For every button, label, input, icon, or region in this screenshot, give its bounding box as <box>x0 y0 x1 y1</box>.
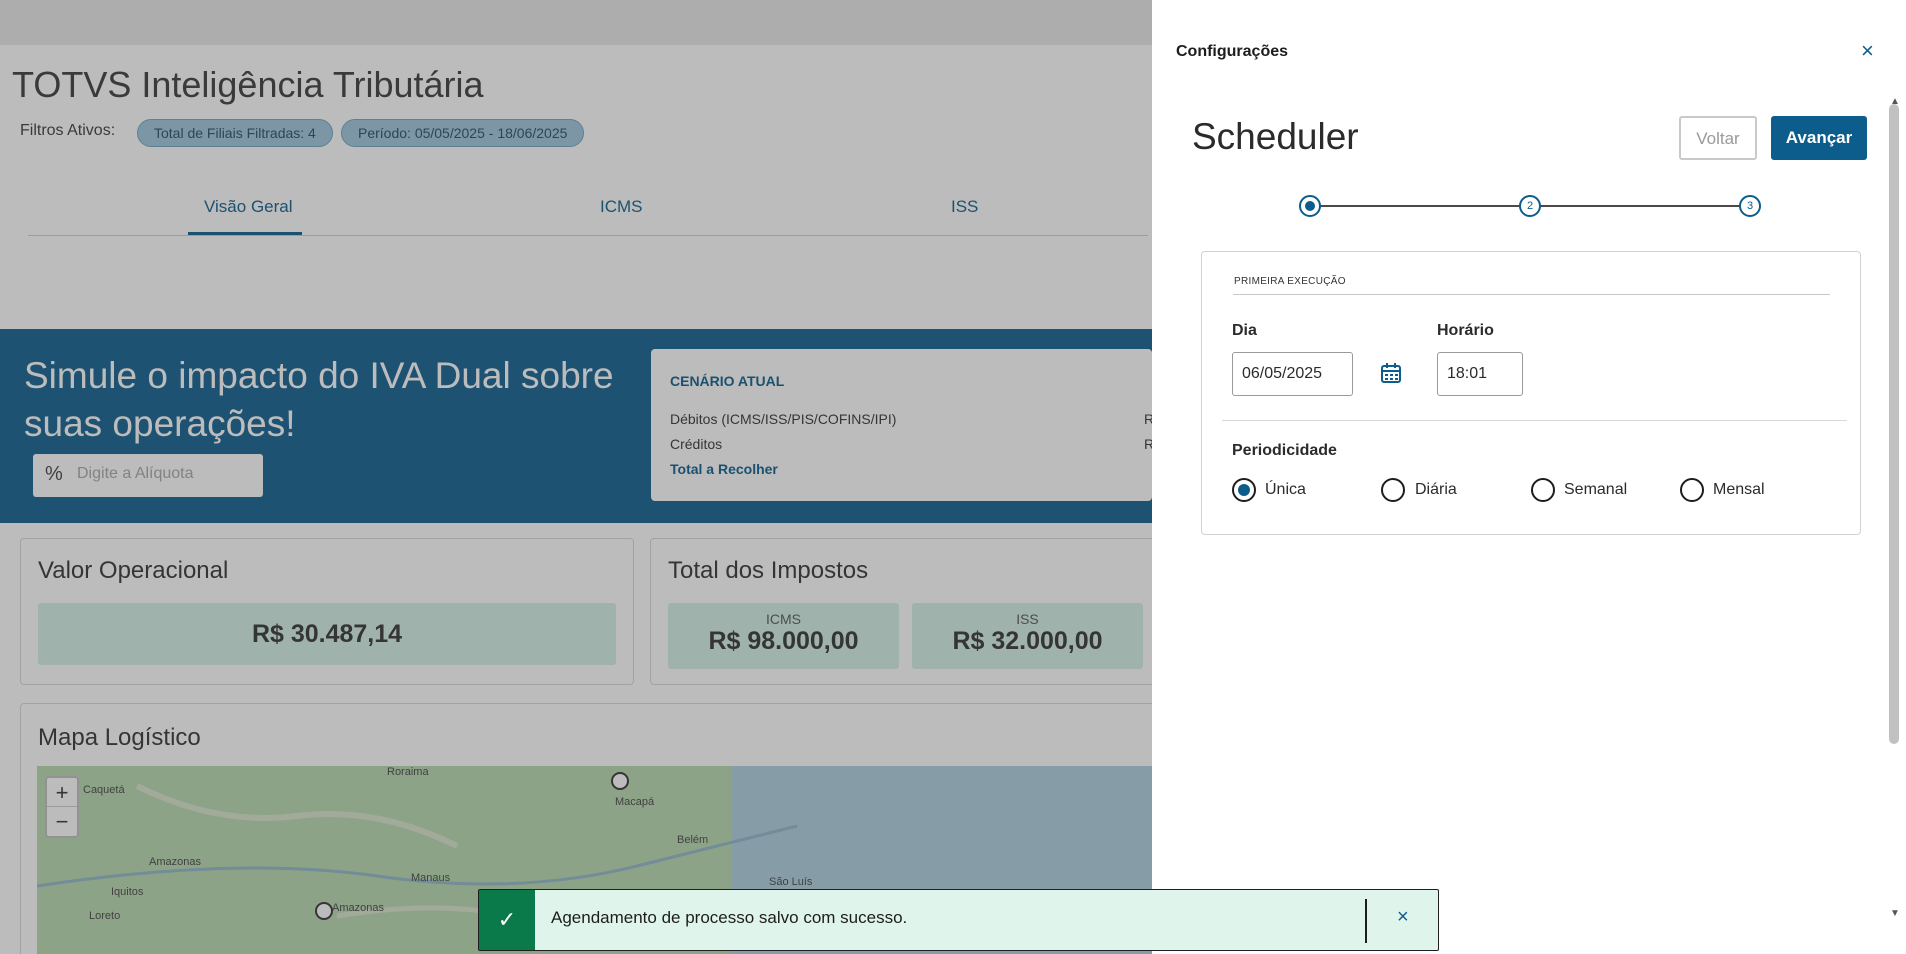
check-icon: ✓ <box>479 890 535 950</box>
periodicity-label: Periodicidade <box>1232 442 1337 459</box>
modal-overlay[interactable] <box>0 0 1152 954</box>
radio-mensal[interactable] <box>1680 478 1704 502</box>
toast-separator <box>1365 899 1367 943</box>
success-toast: ✓ Agendamento de processo salvo com suce… <box>478 889 1439 951</box>
radio-semanal[interactable] <box>1531 478 1555 502</box>
schedule-form: PRIMEIRA EXECUÇÃO Dia 06/05/2025 Horário… <box>1201 251 1861 535</box>
close-icon[interactable]: × <box>1861 38 1874 64</box>
radio-label-unica: Única <box>1265 481 1306 498</box>
step-3[interactable]: 3 <box>1739 195 1761 217</box>
radio-label-mensal: Mensal <box>1713 481 1765 498</box>
time-label: Horário <box>1437 322 1494 339</box>
radio-unica[interactable] <box>1232 478 1256 502</box>
toast-message: Agendamento de processo salvo com sucess… <box>551 908 908 927</box>
radio-label-diaria: Diária <box>1415 481 1457 498</box>
scroll-down-icon[interactable]: ▼ <box>1890 908 1900 919</box>
scheduler-heading: Scheduler <box>1192 116 1359 157</box>
time-input[interactable]: 18:01 <box>1437 352 1523 396</box>
panel-scrollbar[interactable] <box>1889 104 1899 744</box>
back-button[interactable]: Voltar <box>1679 116 1757 160</box>
section-divider <box>1233 294 1830 295</box>
radio-diaria[interactable] <box>1381 478 1405 502</box>
toast-close-icon[interactable]: × <box>1397 906 1409 929</box>
calendar-icon[interactable] <box>1380 362 1402 384</box>
day-input[interactable]: 06/05/2025 <box>1232 352 1353 396</box>
panel-title: Configurações <box>1176 43 1289 60</box>
form-divider <box>1222 420 1847 421</box>
radio-label-semanal: Semanal <box>1564 481 1628 498</box>
settings-panel: Configurações × Scheduler Voltar Avançar… <box>1152 0 1906 954</box>
next-button[interactable]: Avançar <box>1771 116 1867 160</box>
day-label: Dia <box>1232 322 1257 339</box>
section-label: PRIMEIRA EXECUÇÃO <box>1234 276 1346 287</box>
step-1-active[interactable] <box>1299 195 1321 217</box>
step-2[interactable]: 2 <box>1519 195 1541 217</box>
